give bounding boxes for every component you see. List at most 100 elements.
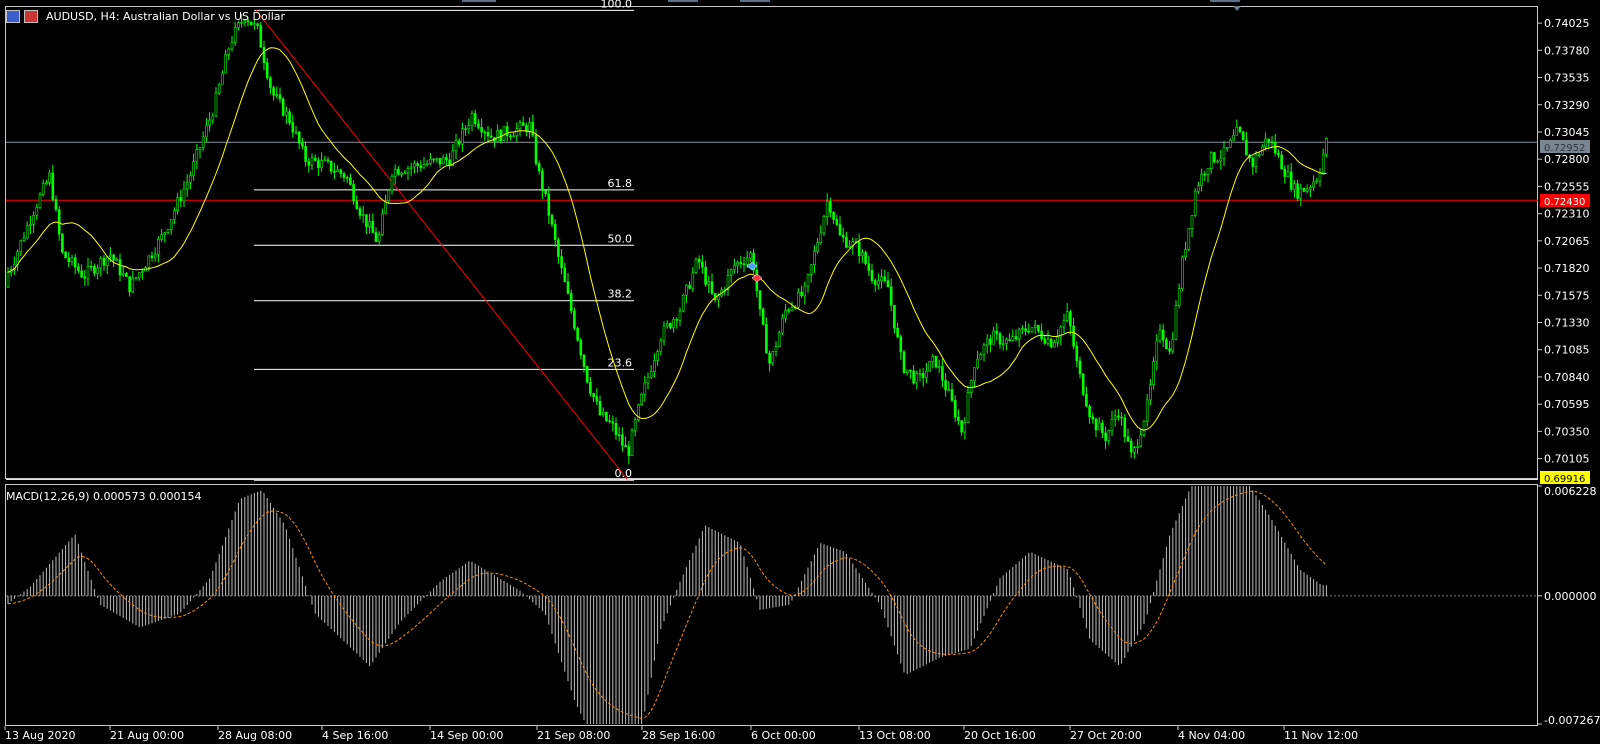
trade-arrow-icons[interactable] (746, 261, 763, 283)
fib-level-label: 50.0 (608, 232, 633, 245)
candle-body (966, 392, 970, 423)
candle-body (1229, 139, 1232, 148)
candle-body (48, 172, 51, 184)
candle-body (1296, 183, 1299, 199)
candle-body (640, 393, 643, 405)
fibonacci-retracement[interactable]: 100.061.850.038.223.60.0 (254, 0, 634, 481)
candle-body (1318, 172, 1322, 182)
candle-body (387, 189, 391, 202)
candle-body (262, 47, 266, 63)
candle-body (96, 267, 99, 274)
candle-body (518, 122, 522, 129)
price-tick-label: 0.71330 (1544, 316, 1590, 329)
candle-body (1104, 432, 1107, 441)
candle-body (86, 265, 90, 279)
candle-body (259, 25, 263, 48)
price-tick-label: 0.72555 (1544, 180, 1590, 193)
candle-body (313, 157, 317, 161)
candle-body (112, 254, 115, 261)
candle-body (1097, 422, 1101, 431)
candle-body (982, 344, 986, 355)
candle-body (409, 166, 413, 169)
candle-body (1270, 141, 1274, 144)
candle-body (893, 304, 896, 329)
candle-body (617, 434, 621, 436)
candle-body (221, 72, 224, 85)
candle-body (310, 157, 314, 166)
candle-body (742, 263, 746, 265)
candle-body (915, 373, 919, 384)
candle-body (1302, 187, 1306, 192)
price-tick-label: 0.73780 (1544, 44, 1590, 57)
candle-body (950, 389, 954, 401)
chart-header: AUDUSD, H4: Australian Dollar vs US Doll… (6, 10, 285, 23)
candle-body (595, 396, 599, 402)
candle-body (512, 135, 515, 138)
fib-level-label: 23.6 (608, 356, 633, 369)
candle-body (653, 360, 656, 372)
candle-body (1312, 181, 1315, 188)
candle-body (998, 333, 1002, 345)
candle-body (592, 393, 595, 398)
candle-body (125, 273, 128, 277)
candle-body (822, 216, 826, 234)
candle-body (45, 182, 48, 185)
candle-body (304, 145, 307, 162)
candle-body (416, 163, 419, 166)
candle-body (134, 277, 138, 279)
candle-body (736, 261, 739, 267)
candle-body (365, 214, 368, 228)
candle-body (1264, 138, 1267, 148)
candle-body (214, 92, 218, 117)
candle-body (89, 265, 93, 268)
candle-body (989, 338, 992, 345)
candle-body (995, 330, 999, 334)
candle-body (291, 122, 295, 133)
time-axis: 13 Aug 2020 21 Aug 00:00 28 Aug 08:00 4 Sep… (4, 726, 1358, 742)
candle-body (601, 411, 605, 415)
candle-body (681, 294, 685, 312)
candle-body (883, 276, 887, 281)
candle-body (1088, 405, 1091, 418)
candle-body (141, 270, 144, 274)
candle-body (902, 351, 906, 373)
candle-body (608, 420, 611, 423)
price-tick-label: 0.72065 (1544, 235, 1590, 248)
candle-body (1075, 345, 1079, 362)
candlestick-series (6, 14, 1328, 465)
candle-body (598, 400, 602, 415)
candle-body (406, 167, 410, 174)
candle-body (179, 197, 183, 202)
candle-body (873, 280, 877, 285)
candle-body (624, 444, 627, 447)
candle-body (461, 128, 464, 145)
shift-marker-icon[interactable] (1233, 6, 1241, 11)
candle-body (131, 277, 135, 293)
candle-body (643, 382, 647, 395)
candle-body (1280, 154, 1283, 170)
candle-body (813, 251, 816, 266)
candle-body (579, 340, 583, 356)
candle-body (544, 190, 547, 195)
price-chart[interactable]: 0.74025 0.73780 0.73535 0.73290 0.73045 0.728… (0, 0, 1600, 744)
candle-body (912, 370, 915, 384)
candle-body (1161, 329, 1165, 341)
candle-body (288, 111, 291, 123)
candle-body (253, 23, 256, 26)
candle-body (358, 208, 362, 216)
candle-body (582, 354, 586, 367)
candle-body (1145, 399, 1149, 422)
candle-body (605, 411, 608, 422)
candle-body (665, 323, 669, 327)
time-tick-label: 21 Sep 08:00 (537, 729, 610, 742)
candle-body (317, 160, 320, 168)
candle-body (905, 369, 909, 373)
candle-body (787, 309, 791, 312)
candle-body (1254, 154, 1258, 167)
candle-body (320, 160, 323, 168)
candle-body (345, 177, 349, 179)
candle-body (521, 122, 525, 126)
candle-body (633, 419, 637, 431)
candle-body (550, 215, 554, 225)
candle-body (803, 285, 807, 297)
